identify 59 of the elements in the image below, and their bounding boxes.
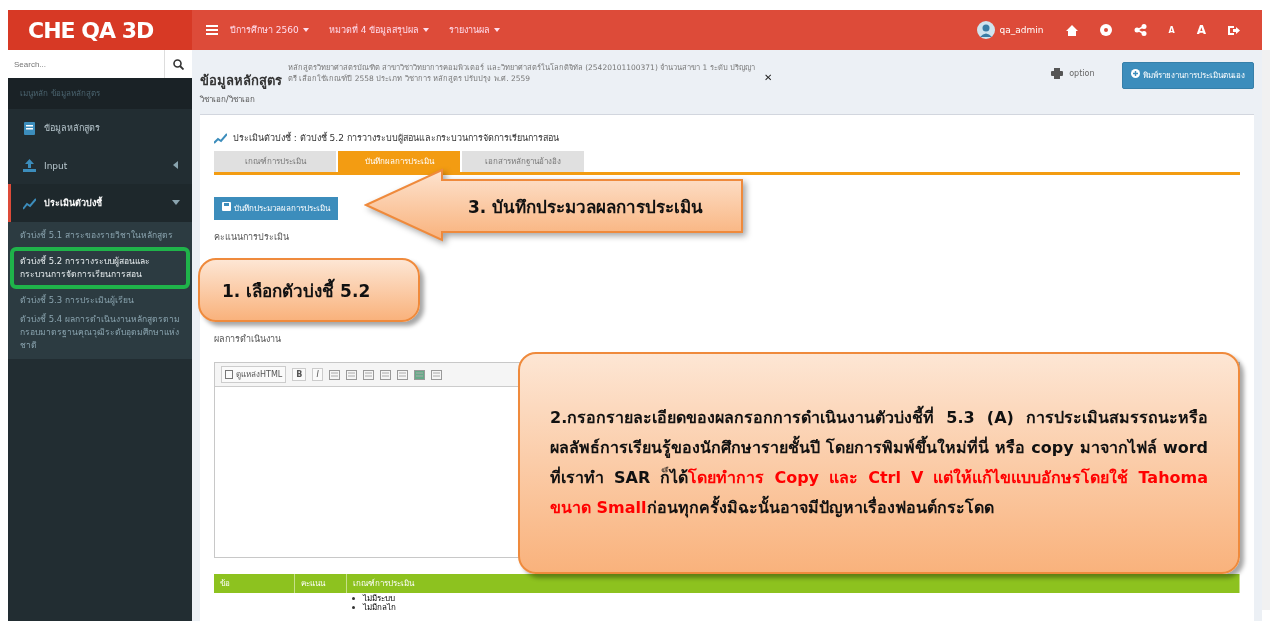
page-title: ข้อมูลหลักสูตร: [200, 72, 282, 91]
nav-dropdown[interactable]: ปีการศึกษา 2560: [230, 23, 299, 37]
callout-text: 2.กรอกรายละเอียดของผลกรอกการดำเนินงานตัวบ่งชี้ที่ 5.3 (A) การประเมินสมรรถนะหรือผลลัพธ์การเรียนรู้ของนักศึกษารายชั้นปี โดยการพิมพ์ขึ้นใหม่ที่นี่ หรือ copy มาจากไฟล์ word ที่เราทำ SAR ก็ได้โดยทำการ Copy และ Ctrl V แต่ให้แก้ไขแบบอักษรโดยใช้ Tahoma ขนาด Smallก่อนทุกครั้งมิฉะนั้นอาจมีปัญหาเรื่องฟอนต์กระโดด: [550, 403, 1208, 523]
callout-text: 1. เลือกตัวบ่งชี้ 5.2: [222, 277, 371, 303]
caret-down-icon: [302, 28, 309, 32]
menu-icon[interactable]: [206, 25, 218, 35]
callout-text: 3. บันทึกประมวลผลการประเมิน: [468, 196, 704, 219]
document-icon: [23, 121, 36, 135]
field-label: ผลการดำเนินงาน: [214, 333, 281, 346]
nav-dropdown[interactable]: หมวดที่ 4 ข้อมูลสรุปผล: [328, 23, 420, 37]
share-icon[interactable]: [1133, 24, 1147, 36]
chart-line-icon: [23, 196, 36, 210]
bullet-icon: [352, 606, 355, 609]
search-icon: [173, 58, 184, 70]
help-icon[interactable]: [1099, 24, 1112, 36]
source-button[interactable]: ดูแหล่งHTML: [221, 366, 287, 383]
search-field[interactable]: Search...: [8, 50, 164, 78]
caret-down-icon: [494, 28, 501, 32]
indicator-title: ประเมินตัวบ่งชี้ : ตัวบ่งชี้ 5.2 การวางระบบผู้สอนและกระบวนการจัดการเรียนการสอน: [233, 131, 559, 145]
submenu-item[interactable]: ตัวบ่งชี้ 5.4 ผลการดำเนินงานหลักสูตรตามกรอบมาตรฐานคุณวุฒิระดับอุดมศึกษาแห่งชาติ: [8, 310, 192, 355]
sidebar-header: เมนูหลัก ข้อมูลหลักสูตร: [8, 78, 192, 109]
plus-circle-icon: [1131, 69, 1141, 78]
save-icon: [222, 202, 231, 211]
document-icon: [225, 370, 233, 379]
bold-button[interactable]: B: [292, 368, 307, 381]
upload-icon: [23, 159, 36, 172]
save-evaluation-button[interactable]: บันทึกประมวลผลการประเมิน: [214, 197, 338, 220]
sign-out-icon[interactable]: [1228, 24, 1240, 36]
criterion-text: ไม่มีระบบ: [363, 594, 395, 603]
criterion-text: ไม่มีกลไก: [363, 603, 396, 612]
chart-line-icon: [214, 132, 227, 144]
column-header: คะแนน: [294, 574, 346, 593]
nav-dropdown[interactable]: รายงานผล: [449, 23, 491, 37]
column-header: ข้อ: [214, 574, 294, 593]
sidebar-item[interactable]: ประเมินตัวบ่งชี้: [8, 184, 192, 222]
close-button[interactable]: ✕: [764, 72, 773, 83]
option-link[interactable]: option: [1069, 69, 1095, 78]
caret-down-icon: [423, 28, 430, 32]
font-size-button[interactable]: A: [1196, 23, 1206, 37]
user-name[interactable]: qa_admin: [999, 25, 1044, 35]
submenu-item[interactable]: ตัวบ่งชี้ 5.3 การประเมินผู้เรียน: [8, 291, 192, 310]
scrollbar[interactable]: [1262, 50, 1270, 610]
home-icon[interactable]: [1065, 24, 1078, 36]
tab[interactable]: เกณฑ์การประเมิน: [214, 151, 336, 172]
sidebar-item[interactable]: ข้อมูลหลักสูตร: [8, 109, 192, 147]
submenu-item[interactable]: ตัวบ่งชี้ 5.1 สาระของรายวิชาในหลักสูตร: [8, 226, 192, 245]
page-subtitle: วิชาเอก/วิชาเอก: [200, 94, 256, 106]
app-logo[interactable]: CHE QA 3D: [8, 10, 192, 50]
search-button[interactable]: [164, 50, 192, 78]
print-report-button[interactable]: พิมพ์รายงานการประเมินตนเอง: [1122, 62, 1254, 89]
italic-button[interactable]: I: [312, 368, 323, 381]
sidebar-item[interactable]: Input: [8, 147, 192, 184]
column-header: เกณฑ์การประเมิน: [346, 574, 1240, 593]
submenu-item[interactable]: ตัวบ่งชี้ 5.2 การวางระบบผู้สอนและกระบวนการจัดการเรียนการสอน: [10, 247, 190, 289]
font-size-button[interactable]: A: [1168, 25, 1175, 35]
bullet-icon: [352, 597, 355, 600]
field-label: คะแนนการประเมิน: [214, 231, 289, 244]
avatar-icon[interactable]: [976, 21, 995, 39]
tab[interactable]: เอกสารหลักฐานอ้างอิง: [462, 151, 584, 172]
